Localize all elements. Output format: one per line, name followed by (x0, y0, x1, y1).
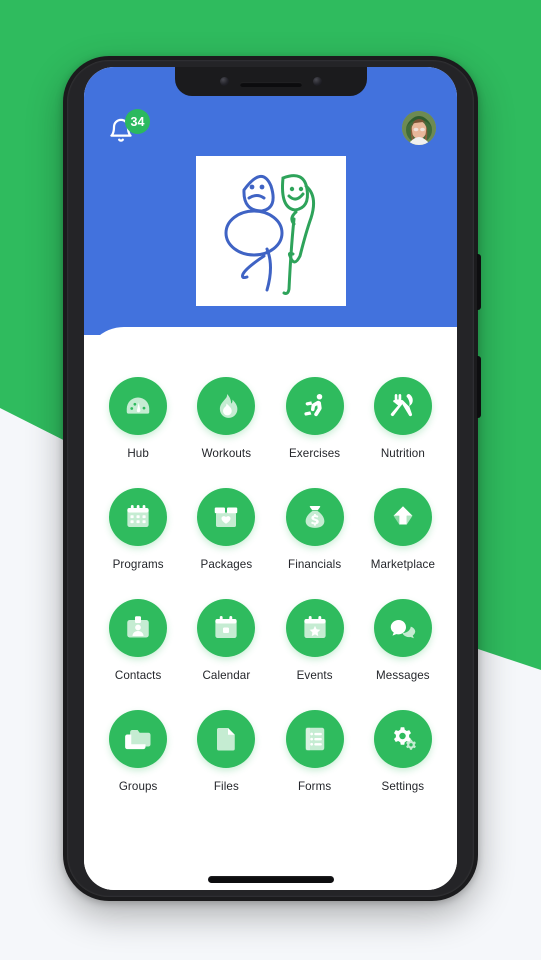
notification-badge: 34 (125, 109, 150, 134)
menu-item-marketplace[interactable]: Marketplace (359, 488, 447, 571)
phone-device: 34 Hub Workouts Exercises Nutrition Prog… (63, 56, 481, 901)
menu-item-forms[interactable]: Forms (271, 710, 359, 793)
menu-item-nutrition[interactable]: Nutrition (359, 377, 447, 460)
menu-item-label: Financials (288, 558, 342, 571)
menu-item-hub[interactable]: Hub (94, 377, 182, 460)
app-logo-drawing (195, 156, 346, 306)
notifications-button[interactable]: 34 (107, 109, 150, 151)
menu-item-workouts[interactable]: Workouts (182, 377, 270, 460)
send-arrow-icon (373, 488, 432, 546)
app-icon-grid: Hub Workouts Exercises Nutrition Program… (84, 377, 457, 793)
menu-item-programs[interactable]: Programs (94, 488, 182, 571)
fork-knife-icon (373, 377, 432, 435)
menu-item-settings[interactable]: Settings (359, 710, 447, 793)
menu-item-events[interactable]: Events (271, 599, 359, 682)
checklist-icon (285, 710, 344, 768)
menu-item-label: Messages (376, 669, 430, 682)
camera-notch (174, 67, 367, 96)
menu-item-exercises[interactable]: Exercises (271, 377, 359, 460)
running-person-icon (285, 377, 344, 435)
gears-icon (373, 710, 432, 768)
menu-item-messages[interactable]: Messages (359, 599, 447, 682)
avatar[interactable] (402, 111, 436, 145)
calendar-icon (197, 599, 256, 657)
menu-item-label: Forms (297, 780, 332, 793)
menu-item-label: Files (213, 780, 239, 793)
chat-bubbles-icon (373, 599, 432, 657)
document-icon (197, 710, 256, 768)
menu-item-label: Workouts (201, 447, 252, 460)
menu-item-packages[interactable]: Packages (182, 488, 270, 571)
menu-item-label: Contacts (114, 669, 162, 682)
box-heart-icon (197, 488, 256, 546)
app-menu-sheet: Hub Workouts Exercises Nutrition Program… (84, 327, 457, 890)
gauge-icon (109, 377, 168, 435)
menu-item-label: Events (296, 669, 333, 682)
menu-item-label: Programs (112, 558, 164, 571)
menu-item-groups[interactable]: Groups (94, 710, 182, 793)
menu-item-calendar[interactable]: Calendar (182, 599, 270, 682)
menu-item-contacts[interactable]: Contacts (94, 599, 182, 682)
menu-item-label: Hub (127, 447, 149, 460)
volume-button[interactable] (477, 356, 481, 418)
folders-icon (109, 710, 168, 768)
menu-item-label: Nutrition (380, 447, 425, 460)
phone-screen: 34 Hub Workouts Exercises Nutrition Prog… (84, 67, 457, 890)
avatar-image (402, 111, 436, 145)
menu-item-files[interactable]: Files (182, 710, 270, 793)
menu-item-label: Groups (118, 780, 158, 793)
earpiece-speaker (239, 81, 302, 87)
menu-item-label: Settings (381, 780, 425, 793)
power-button[interactable] (477, 254, 481, 310)
calendar-grid-icon (109, 488, 168, 546)
menu-item-label: Exercises (289, 447, 341, 460)
menu-item-label: Packages (200, 558, 253, 571)
flame-icon (197, 377, 256, 435)
menu-item-financials[interactable]: Financials (271, 488, 359, 571)
menu-item-label: Marketplace (370, 558, 435, 571)
money-bag-icon (285, 488, 344, 546)
bottom-speaker-grill (207, 876, 334, 883)
front-camera-icon (219, 77, 229, 86)
calendar-star-icon (285, 599, 344, 657)
menu-item-label: Calendar (202, 669, 251, 682)
id-badge-icon (109, 599, 168, 657)
front-camera-secondary-icon (312, 77, 322, 86)
app-logo (195, 156, 346, 306)
app-header: 34 (84, 67, 457, 335)
